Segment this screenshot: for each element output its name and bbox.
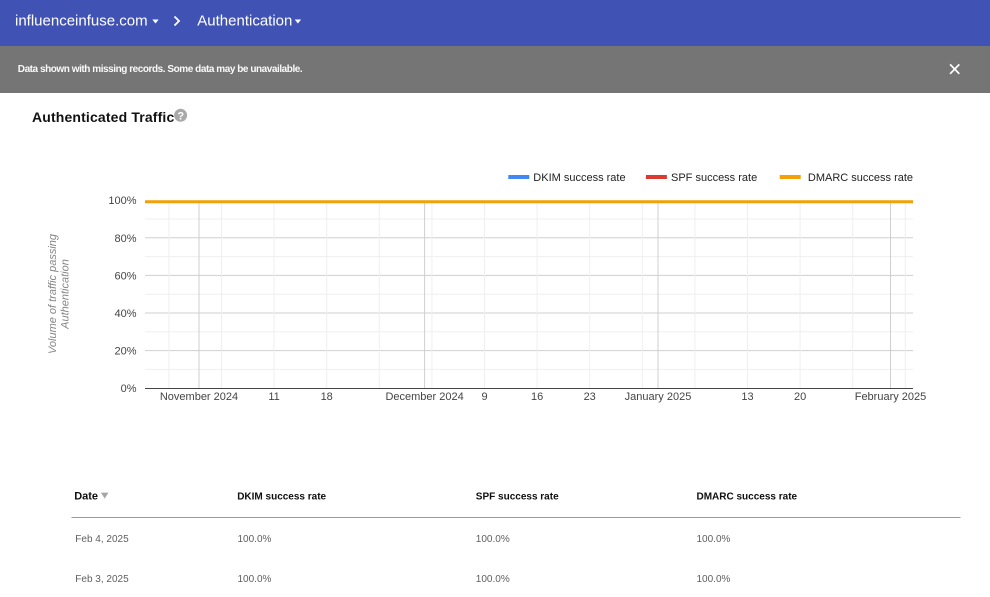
svg-text:Date: Date: [74, 491, 98, 503]
svg-text:13: 13: [741, 391, 753, 403]
svg-text:100.0%: 100.0%: [238, 534, 272, 545]
svg-text:Feb 4, 2025: Feb 4, 2025: [75, 534, 129, 545]
svg-text:?: ?: [177, 110, 184, 122]
svg-text:November 2024: November 2024: [160, 391, 238, 403]
svg-text:60%: 60%: [114, 270, 136, 282]
svg-text:Authenticated Traffic: Authenticated Traffic: [32, 109, 174, 125]
svg-text:Volume of traffic passing: Volume of traffic passing: [47, 233, 59, 354]
svg-text:16: 16: [531, 391, 543, 403]
svg-text:20%: 20%: [114, 346, 136, 358]
svg-text:100.0%: 100.0%: [476, 534, 510, 545]
svg-text:100.0%: 100.0%: [697, 534, 731, 545]
svg-text:23: 23: [584, 391, 596, 403]
svg-text:20: 20: [794, 391, 806, 403]
svg-text:Data shown with missing record: Data shown with missing records. Some da…: [18, 64, 303, 75]
svg-text:DMARC success rate: DMARC success rate: [697, 492, 798, 503]
svg-text:influenceinfuse.com: influenceinfuse.com: [15, 13, 148, 30]
svg-text:SPF success rate: SPF success rate: [671, 172, 757, 184]
svg-text:80%: 80%: [114, 233, 136, 245]
svg-text:100.0%: 100.0%: [238, 574, 272, 585]
svg-text:11: 11: [268, 391, 279, 403]
svg-text:DMARC success rate: DMARC success rate: [808, 172, 913, 184]
svg-text:DKIM success rate: DKIM success rate: [237, 492, 326, 503]
svg-text:January 2025: January 2025: [625, 391, 692, 403]
svg-text:40%: 40%: [114, 308, 136, 320]
svg-text:Authentication: Authentication: [197, 13, 292, 30]
svg-text:100.0%: 100.0%: [697, 574, 731, 585]
svg-text:Authentication: Authentication: [60, 259, 72, 330]
svg-text:February 2025: February 2025: [855, 391, 927, 403]
svg-text:DKIM success rate: DKIM success rate: [533, 172, 625, 184]
svg-text:100%: 100%: [108, 195, 136, 207]
svg-text:December 2024: December 2024: [385, 391, 463, 403]
svg-text:100.0%: 100.0%: [476, 574, 510, 585]
svg-text:Feb 3, 2025: Feb 3, 2025: [75, 574, 129, 585]
svg-text:18: 18: [321, 391, 333, 403]
svg-text:9: 9: [481, 391, 487, 403]
svg-text:0%: 0%: [121, 383, 137, 395]
svg-text:SPF success rate: SPF success rate: [476, 492, 559, 503]
